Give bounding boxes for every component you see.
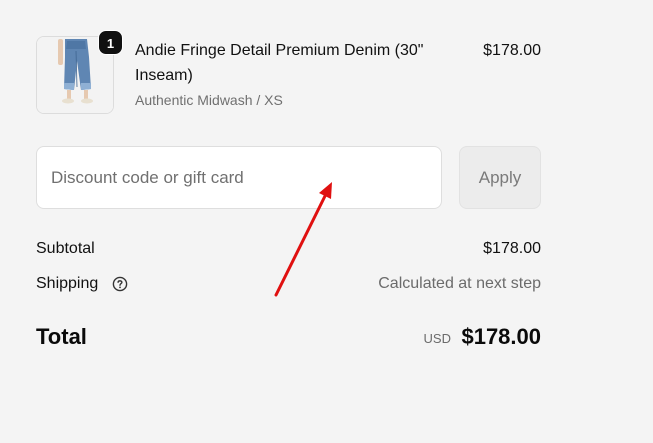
total-amount: $178.00: [461, 324, 541, 349]
subtotal-value: $178.00: [483, 240, 541, 257]
question-circle-icon[interactable]: [112, 276, 128, 292]
product-price: $178.00: [483, 42, 541, 59]
cart-line-item: 1 Andie Fringe Detail Premium Denim (30"…: [36, 30, 541, 116]
order-summary-panel: 1 Andie Fringe Detail Premium Denim (30"…: [0, 0, 653, 443]
product-variant: Authentic Midwash / XS: [135, 92, 283, 108]
product-title: Andie Fringe Detail Premium Denim (30" I…: [135, 42, 424, 84]
quantity-badge: 1: [98, 30, 123, 55]
total-row: Total USD $178.00: [36, 320, 541, 354]
shipping-label: Shipping: [36, 275, 99, 292]
apply-discount-button[interactable]: Apply: [459, 146, 541, 209]
total-label: Total: [36, 324, 87, 349]
discount-code-input[interactable]: [36, 146, 442, 209]
total-currency: USD: [423, 331, 451, 346]
shipping-row: Shipping Calculated at next step: [36, 272, 541, 296]
shipping-value: Calculated at next step: [378, 275, 541, 292]
subtotal-label: Subtotal: [36, 240, 95, 257]
subtotal-row: Subtotal $178.00: [36, 237, 541, 261]
